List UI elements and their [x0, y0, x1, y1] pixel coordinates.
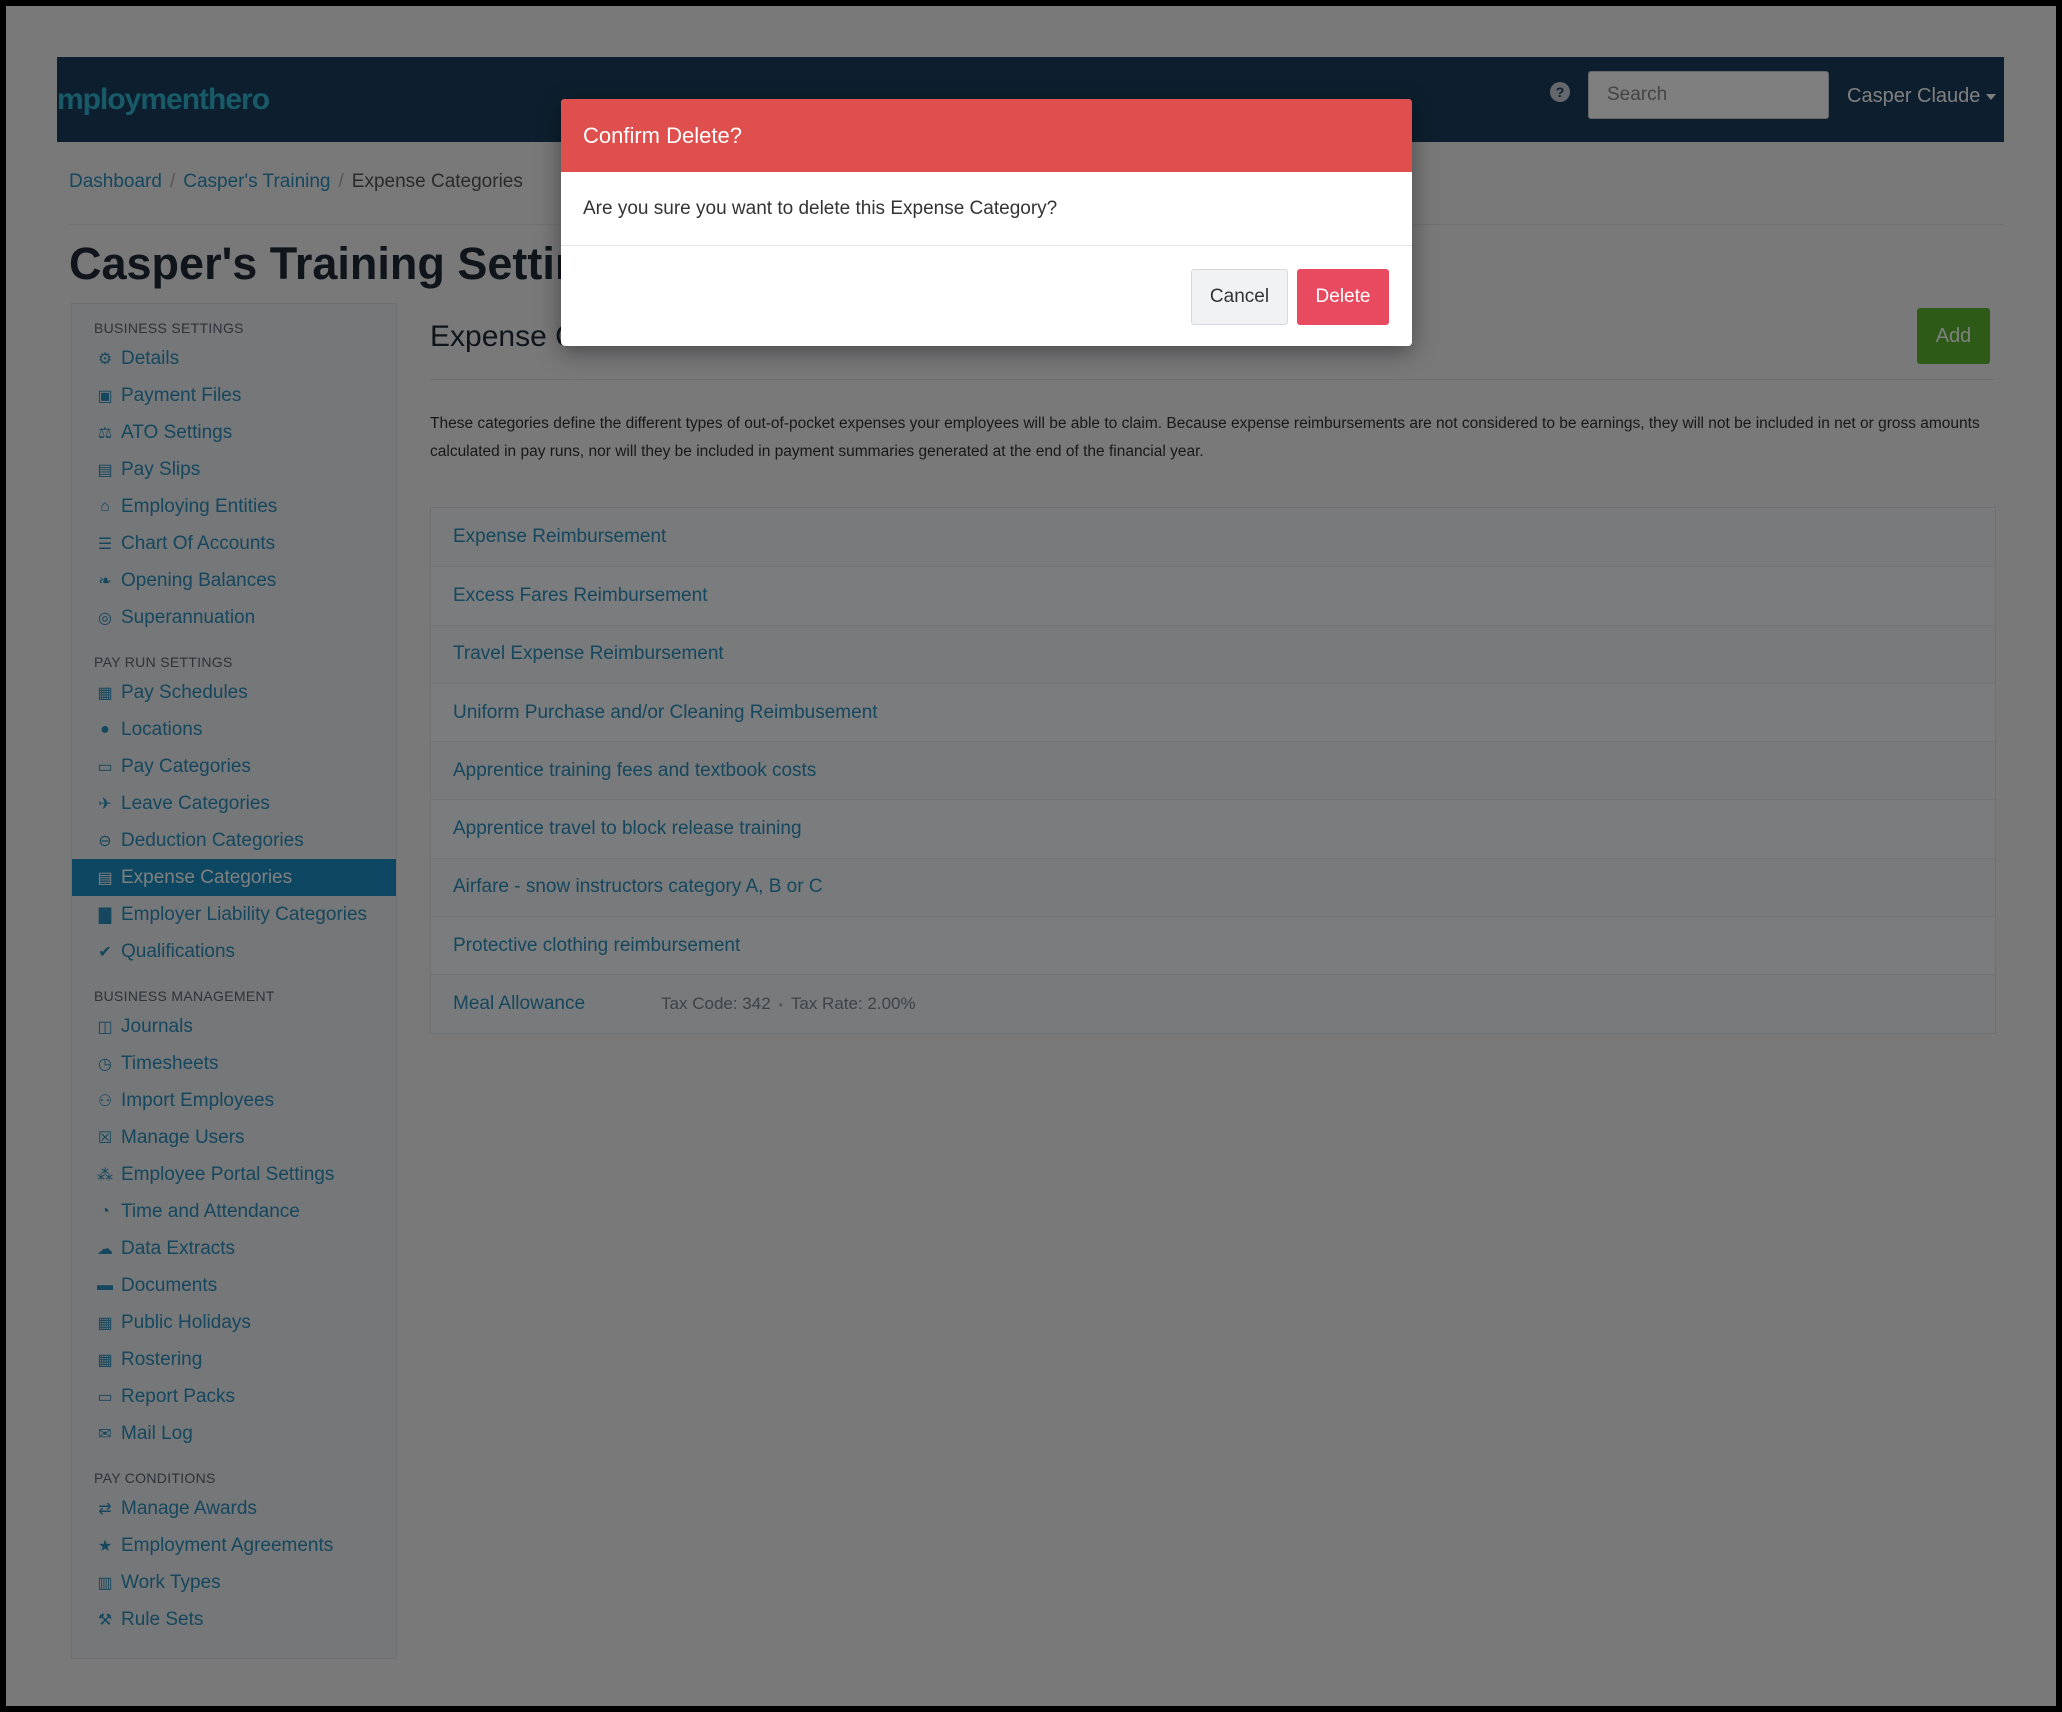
modal-footer: Cancel Delete: [561, 246, 1412, 346]
cancel-button[interactable]: Cancel: [1191, 269, 1288, 325]
modal-title: Confirm Delete?: [561, 99, 1412, 172]
screen-frame: mploymenthero ? Casper Claude Dashboard/…: [6, 6, 2056, 1706]
delete-button[interactable]: Delete: [1297, 269, 1389, 325]
page: mploymenthero ? Casper Claude Dashboard/…: [6, 6, 2056, 1706]
confirm-delete-modal: Confirm Delete? Are you sure you want to…: [561, 99, 1412, 346]
modal-message: Are you sure you want to delete this Exp…: [561, 172, 1412, 246]
